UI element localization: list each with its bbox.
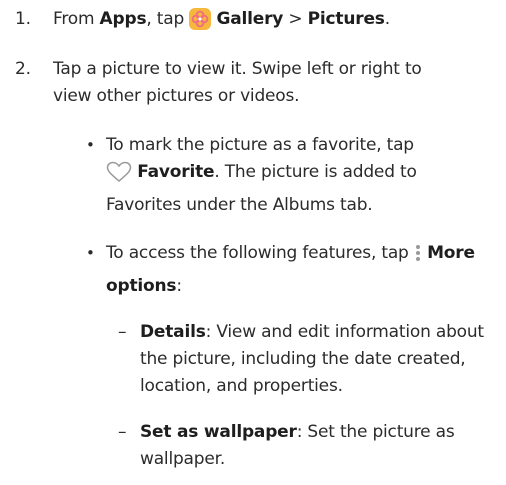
heart-outline-icon — [106, 161, 132, 192]
subitem-text: Set as wallpaper: Set the picture as wal… — [140, 422, 455, 469]
step-number: 2. — [15, 59, 31, 79]
help-page: 1. From Apps, tap Gallery > Pictures. 2.… — [0, 0, 506, 485]
dash-mark: – — [118, 422, 127, 442]
step-text: Tap a picture to view it. Swipe left or … — [53, 59, 422, 106]
more-label: More — [427, 243, 475, 263]
bullet-dot: • — [86, 136, 95, 154]
apps-label: Apps — [99, 9, 147, 29]
bullet-text: To access the following features, tap Mo… — [106, 242, 475, 296]
favorite-label: Favorite — [137, 162, 215, 182]
options-label: options — [106, 276, 177, 296]
step-number: 1. — [15, 9, 31, 29]
bullet-dot: • — [86, 244, 95, 262]
pictures-label: Pictures — [307, 9, 385, 29]
dash-mark: – — [118, 322, 127, 342]
step-text: From Apps, tap Gallery > Pictures. — [53, 6, 493, 39]
wallpaper-label: Set as wallpaper — [140, 422, 297, 442]
gallery-label: Gallery — [216, 9, 284, 29]
details-label: Details — [140, 322, 206, 342]
gallery-flower-icon — [189, 8, 212, 39]
vertical-dots-icon — [414, 242, 422, 273]
bullet-text: To mark the picture as a favorite, tap F… — [106, 135, 417, 215]
subitem-text: Details: View and edit information about… — [140, 322, 484, 396]
